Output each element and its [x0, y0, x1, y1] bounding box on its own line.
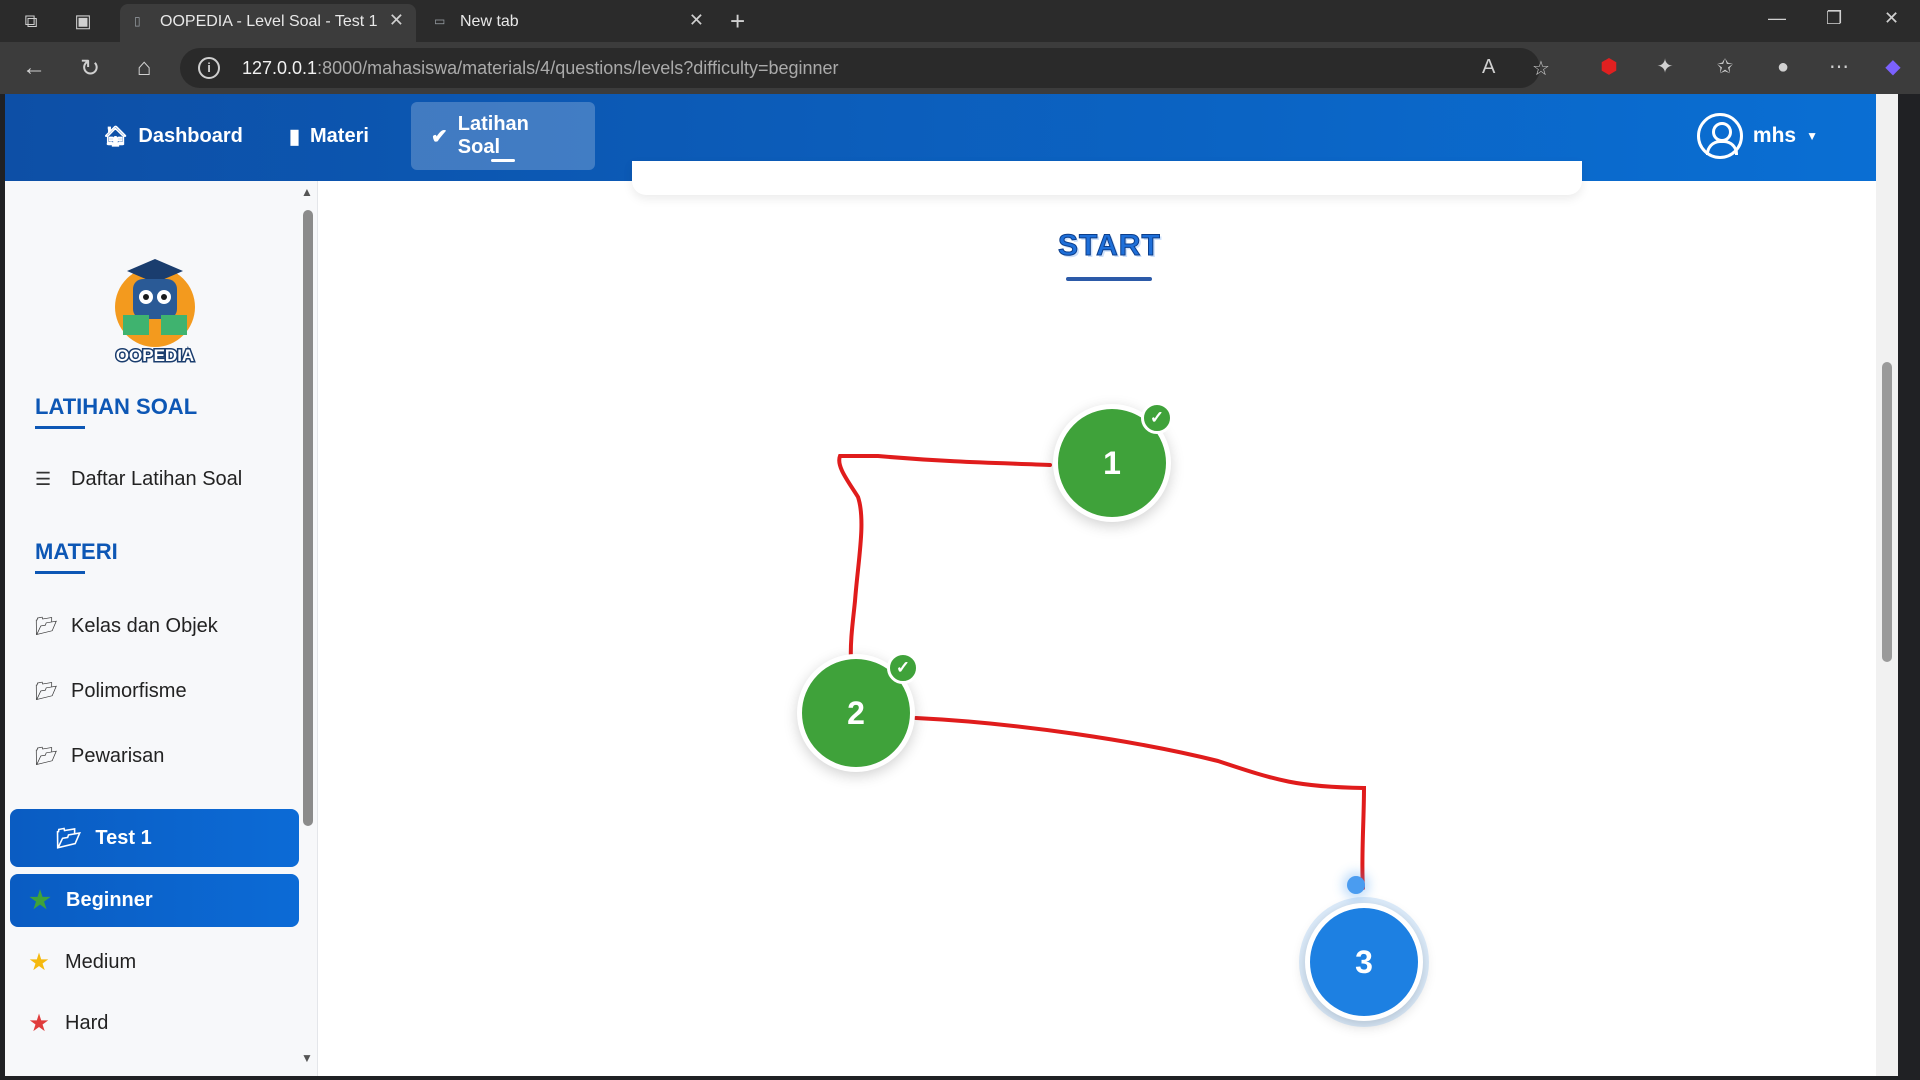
level-item-medium[interactable]: ★ Medium: [27, 948, 136, 977]
minimize-icon[interactable]: —: [1768, 8, 1786, 29]
nav-materi-label: Materi: [310, 124, 369, 147]
newtab-page-icon: ▭: [434, 14, 446, 28]
clipboard-check-icon: ✔: [431, 125, 448, 148]
tab-oopedia[interactable]: ▯ OOPEDIA - Level Soal - Test 1 ✕: [120, 4, 416, 42]
level-number: 2: [847, 694, 865, 731]
list-icon: ☰: [35, 469, 52, 489]
star-icon: ★: [29, 887, 51, 914]
folder-open-icon: 📂︎: [35, 681, 58, 701]
section-title-materi: MATERI: [35, 539, 118, 574]
tab-new-tab[interactable]: ▭ New tab ✕: [420, 4, 716, 42]
section-title-latihan-soal: LATIHAN SOAL: [35, 394, 198, 429]
favorites-icon[interactable]: ✩: [1712, 54, 1738, 80]
nav-latihan-soal-label: Latihan Soal: [457, 113, 529, 158]
star-icon: ★: [28, 949, 50, 976]
page-scrollbar[interactable]: [1876, 94, 1898, 1076]
more-menu-icon[interactable]: ⋯: [1826, 54, 1852, 80]
current-level-indicator: [1347, 876, 1365, 894]
svg-text:OOPEDIA: OOPEDIA: [116, 346, 194, 365]
close-tab-icon[interactable]: ✕: [389, 10, 404, 31]
nav-dashboard[interactable]: 🏠︎ Dashboard: [83, 102, 263, 170]
user-menu[interactable]: mhs ▼: [1696, 113, 1818, 159]
sidebar-item-label: Daftar Latihan Soal: [71, 468, 243, 490]
nav-latihan-soal[interactable]: ✔ Latihan Soal: [411, 102, 595, 170]
browser-tab-bar: ⧉ ▣ ▯ OOPEDIA - Level Soal - Test 1 ✕ ▭ …: [0, 0, 1920, 42]
oopedia-logo: OOPEDIA: [114, 259, 196, 367]
nav-dashboard-label: Dashboard: [138, 124, 243, 147]
sidebar: OOPEDIA LATIHAN SOAL ☰ Daftar Latihan So…: [5, 181, 318, 1076]
user-avatar-icon: [1696, 113, 1743, 159]
copilot-icon[interactable]: ◆: [1880, 54, 1906, 80]
close-tab-icon[interactable]: ✕: [689, 10, 704, 31]
url-text[interactable]: 127.0.0.1:8000/mahasiswa/materials/4/que…: [242, 58, 839, 79]
level-item-hard[interactable]: ★ Hard: [27, 1009, 108, 1038]
scroll-up-arrow[interactable]: ▲: [301, 185, 313, 199]
folder-open-icon: 📂︎: [35, 746, 58, 766]
extensions-icon[interactable]: ✦: [1652, 54, 1678, 80]
level-label: Medium: [65, 951, 137, 973]
reload-icon[interactable]: ↻: [76, 54, 104, 83]
level-number: 3: [1355, 943, 1373, 980]
home-button-icon[interactable]: ⌂: [130, 54, 158, 82]
nav-materi[interactable]: ▮ Materi: [269, 102, 389, 170]
level-number: 1: [1103, 444, 1121, 481]
level-node-3[interactable]: 3: [1305, 903, 1423, 1021]
workspaces-icon[interactable]: ⧉: [20, 10, 42, 32]
page-scrollbar-thumb[interactable]: [1882, 362, 1892, 662]
address-bar[interactable]: i 127.0.0.1:8000/mahasiswa/materials/4/q…: [180, 48, 1550, 88]
page-icon: ▯: [134, 14, 141, 28]
level-map: START 1 ✓ 2 ✓ 3: [318, 161, 1898, 1076]
sidebar-item-daftar-latihan-soal[interactable]: ☰ Daftar Latihan Soal: [35, 468, 242, 491]
level-path: [837, 454, 1367, 890]
sidebar-item-kelas-dan-objek[interactable]: 📂︎ Kelas dan Objek: [35, 615, 218, 638]
sidebar-item-label: Kelas dan Objek: [71, 615, 218, 637]
read-aloud-icon[interactable]: A: [1482, 56, 1495, 79]
scroll-down-arrow[interactable]: ▼: [301, 1051, 313, 1065]
level-label: Beginner: [66, 889, 153, 911]
folder-open-icon: 📂︎: [56, 827, 82, 850]
web-page: 🏠︎ Dashboard ▮ Materi ✔ Latihan Soal mhs…: [5, 94, 1898, 1076]
sidebar-scrollbar[interactable]: [303, 210, 313, 826]
check-icon: ✓: [887, 652, 919, 684]
check-icon: ✓: [1141, 402, 1173, 434]
sidebar-item-label: Test 1: [95, 826, 152, 849]
sidebar-item-label: Pewarisan: [71, 745, 165, 767]
site-info-icon[interactable]: i: [198, 57, 220, 79]
favorite-star-icon[interactable]: ☆: [1532, 56, 1550, 81]
path-segment-2-3: [914, 716, 1367, 890]
browser-toolbar: ← ↻ ⌂ i 127.0.0.1:8000/mahasiswa/materia…: [0, 42, 1920, 94]
level-label: Hard: [65, 1012, 109, 1034]
path-segment-1-2: [837, 454, 1052, 663]
folder-open-icon: 📂︎: [35, 616, 58, 636]
sidebar-item-pewarisan[interactable]: 📂︎ Pewarisan: [35, 745, 164, 768]
star-icon: ★: [28, 1010, 50, 1037]
caret-down-icon: ▼: [1806, 129, 1818, 143]
sidebar-item-label: Polimorfisme: [71, 680, 187, 702]
close-window-icon[interactable]: ✕: [1884, 8, 1899, 29]
sidebar-item-polimorfisme[interactable]: 📂︎ Polimorfisme: [35, 680, 187, 703]
back-icon[interactable]: ←: [20, 54, 48, 82]
home-icon: 🏠︎: [103, 125, 129, 148]
tab-title: New tab: [460, 13, 519, 30]
user-name: mhs: [1752, 124, 1797, 147]
book-icon: ▮: [289, 125, 301, 148]
tab-actions-icon[interactable]: ▣: [72, 10, 94, 32]
new-tab-button[interactable]: +: [730, 6, 745, 37]
restore-icon[interactable]: ❐: [1826, 8, 1842, 29]
profile-icon[interactable]: ●: [1770, 54, 1796, 80]
extension-shield-icon[interactable]: ⬢: [1596, 54, 1622, 80]
level-item-beginner[interactable]: ★ Beginner: [10, 874, 299, 927]
sidebar-item-test-1[interactable]: 📂︎ Test 1: [10, 809, 299, 867]
tab-title: OOPEDIA - Level Soal - Test 1: [160, 13, 378, 30]
